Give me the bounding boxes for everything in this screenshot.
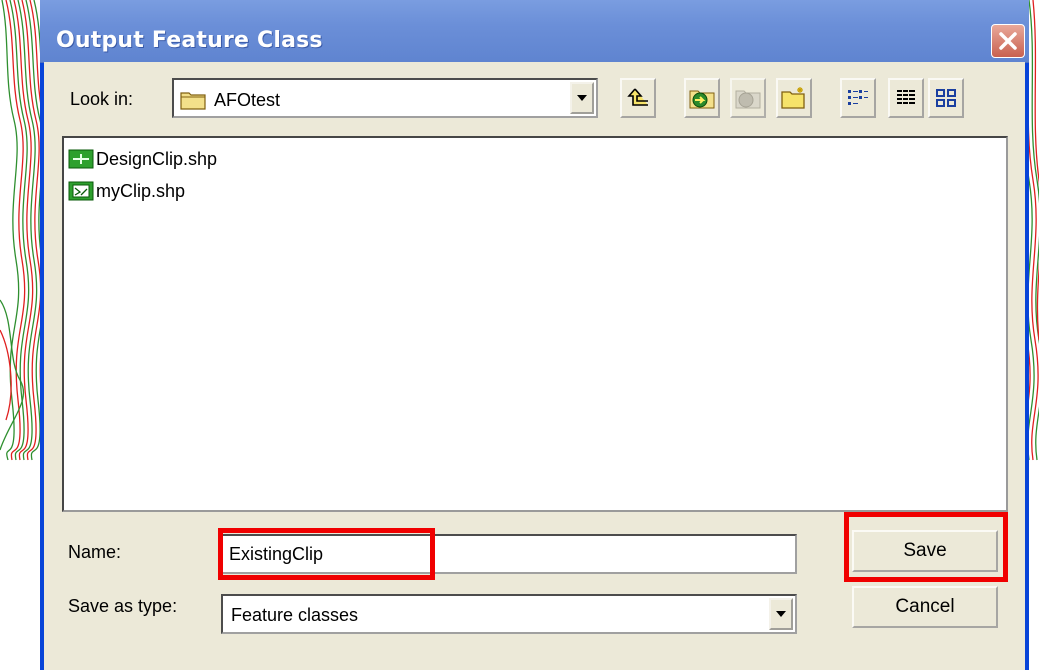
details-view-button[interactable] bbox=[888, 78, 924, 118]
disconnect-folder-button[interactable] bbox=[730, 78, 766, 118]
details-view-icon bbox=[897, 90, 915, 104]
cancel-button[interactable]: Cancel bbox=[852, 586, 998, 628]
disconnect-folder-icon bbox=[735, 90, 761, 109]
save-as-type-label: Save as type: bbox=[68, 596, 178, 616]
dialog-title: Output Feature Class bbox=[56, 28, 323, 53]
folder-icon bbox=[180, 92, 206, 110]
name-highlight-box bbox=[218, 528, 435, 580]
list-view-button[interactable] bbox=[840, 78, 876, 118]
connect-folder-icon bbox=[689, 90, 715, 109]
chevron-down-icon bbox=[776, 611, 786, 617]
chevron-down-icon bbox=[577, 95, 587, 101]
new-folder-icon bbox=[781, 87, 805, 109]
save-as-type-value: Feature classes bbox=[231, 605, 359, 625]
new-folder-button[interactable] bbox=[776, 78, 812, 118]
polygon-feature-class-icon bbox=[68, 181, 94, 201]
dialog-titlebar[interactable]: Output Feature Class bbox=[40, 0, 1029, 63]
name-label: Name: bbox=[68, 542, 122, 562]
save-highlight-box bbox=[844, 512, 1008, 582]
output-feature-class-dialog: Output Feature Class Look in: AFOtest De… bbox=[40, 0, 1029, 670]
thumbnails-view-button[interactable] bbox=[928, 78, 964, 118]
file-name: myClip.shp bbox=[96, 180, 186, 201]
list-item[interactable]: myClip.shp bbox=[68, 178, 185, 204]
save-as-type-dropdown[interactable]: Feature classes bbox=[221, 594, 797, 634]
line-feature-class-icon bbox=[68, 149, 94, 169]
list-view-icon bbox=[848, 90, 868, 105]
save-as-type-dropdown-button[interactable] bbox=[769, 598, 793, 630]
connect-to-folder-button[interactable] bbox=[684, 78, 720, 118]
look-in-dropdown[interactable]: AFOtest bbox=[172, 78, 598, 118]
close-button[interactable] bbox=[991, 24, 1025, 58]
close-x-icon bbox=[999, 32, 1017, 50]
look-in-dropdown-button[interactable] bbox=[570, 82, 594, 114]
look-in-label: Look in: bbox=[70, 89, 134, 109]
file-name: DesignClip.shp bbox=[96, 148, 218, 169]
up-one-level-button[interactable] bbox=[620, 78, 656, 118]
dialog-client-area: Look in: AFOtest DesignClip.shp myClip.s… bbox=[44, 62, 1025, 670]
file-list[interactable]: DesignClip.shp myClip.shp bbox=[62, 136, 1008, 512]
thumbnails-view-icon bbox=[936, 89, 956, 107]
look-in-value: AFOtest bbox=[214, 90, 281, 110]
up-one-level-icon bbox=[627, 88, 648, 106]
list-item[interactable]: DesignClip.shp bbox=[68, 146, 217, 172]
